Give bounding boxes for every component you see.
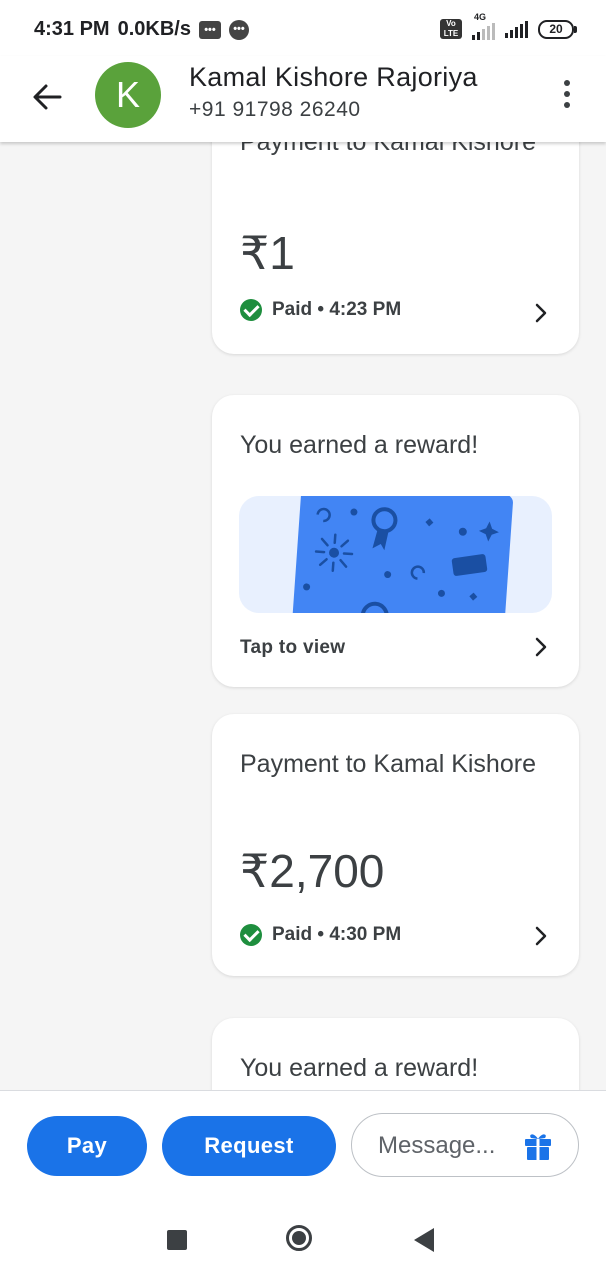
battery-level: 20 bbox=[549, 21, 563, 36]
system-nav-bar bbox=[0, 1200, 606, 1280]
payment-status: Paid • 4:30 PM bbox=[240, 924, 401, 946]
status-time: 4:31 PM bbox=[34, 18, 110, 40]
payment-card[interactable]: Payment to Kamal Kishore ₹2,700 Paid • 4… bbox=[212, 714, 579, 976]
battery-icon: 20 bbox=[538, 19, 577, 39]
payment-amount: ₹1 bbox=[240, 227, 295, 279]
chat-header: K Kamal Kishore Rajoriya +91 91798 26240 bbox=[0, 56, 606, 142]
network-label: 4G bbox=[474, 12, 487, 22]
pay-button[interactable]: Pay bbox=[27, 1116, 147, 1176]
message-field[interactable] bbox=[351, 1113, 579, 1177]
sms-icon: ••• bbox=[198, 20, 221, 39]
contact-phone: +91 91798 26240 bbox=[189, 98, 361, 121]
check-circle-icon bbox=[240, 299, 262, 321]
payment-title: Payment to Kamal Kishore bbox=[240, 750, 536, 778]
more-dot bbox=[564, 91, 570, 97]
chevron-right-icon bbox=[535, 926, 547, 946]
transaction-feed[interactable]: Payment to Kamal Kishore ₹1 Paid • 4:23 … bbox=[0, 142, 606, 1090]
check-circle-icon bbox=[240, 924, 262, 946]
back-button[interactable] bbox=[24, 74, 70, 120]
reward-scratch-card[interactable] bbox=[239, 496, 552, 613]
more-vert-icon bbox=[564, 80, 570, 86]
gift-icon[interactable] bbox=[522, 1130, 554, 1162]
network-type: 4G bbox=[472, 12, 495, 40]
payment-status: Paid • 4:23 PM bbox=[240, 299, 401, 321]
payment-amount: ₹2,700 bbox=[240, 845, 385, 897]
more-options-button[interactable] bbox=[554, 78, 580, 110]
contact-name[interactable]: Kamal Kishore Rajoriya bbox=[189, 62, 478, 93]
chevron-right-icon bbox=[535, 637, 547, 657]
home-button[interactable] bbox=[286, 1225, 312, 1251]
more-dot bbox=[564, 102, 570, 108]
system-back-button[interactable] bbox=[414, 1228, 434, 1252]
signal-icon bbox=[505, 20, 528, 38]
status-speed: 0.0KB/s bbox=[117, 18, 191, 40]
tap-to-view-label: Tap to view bbox=[240, 637, 346, 658]
reward-card[interactable]: You earned a reward! bbox=[212, 395, 579, 687]
recents-button[interactable] bbox=[167, 1230, 187, 1250]
reward-title: You earned a reward! bbox=[240, 431, 479, 459]
status-right: Vo LTE 4G 20 bbox=[440, 12, 577, 40]
payment-card[interactable]: Payment to Kamal Kishore ₹1 Paid • 4:23 … bbox=[212, 142, 579, 354]
reward-title: You earned a reward! bbox=[240, 1054, 479, 1082]
avatar[interactable]: K bbox=[95, 62, 161, 128]
status-bar: 4:31 PM 0.0KB/s ••• ••• Vo LTE 4G 20 bbox=[0, 0, 606, 56]
payment-status-text: Paid • 4:23 PM bbox=[272, 299, 402, 320]
chat-icon: ••• bbox=[228, 19, 249, 40]
chevron-right-icon bbox=[535, 303, 547, 323]
status-left: 4:31 PM 0.0KB/s ••• ••• bbox=[34, 18, 249, 41]
volte-icon: Vo LTE bbox=[440, 19, 462, 39]
request-button[interactable]: Request bbox=[162, 1116, 336, 1176]
payment-title: Payment to Kamal Kishore bbox=[240, 142, 536, 156]
signal-icon-sim2 bbox=[472, 22, 495, 40]
message-input[interactable] bbox=[376, 1128, 520, 1164]
arrow-left-icon bbox=[33, 84, 62, 110]
composer-bar: Pay Request bbox=[0, 1090, 606, 1201]
reward-card-illustration bbox=[292, 496, 513, 613]
reward-card[interactable]: You earned a reward! bbox=[212, 1018, 579, 1090]
payment-status-text: Paid • 4:30 PM bbox=[272, 924, 402, 945]
